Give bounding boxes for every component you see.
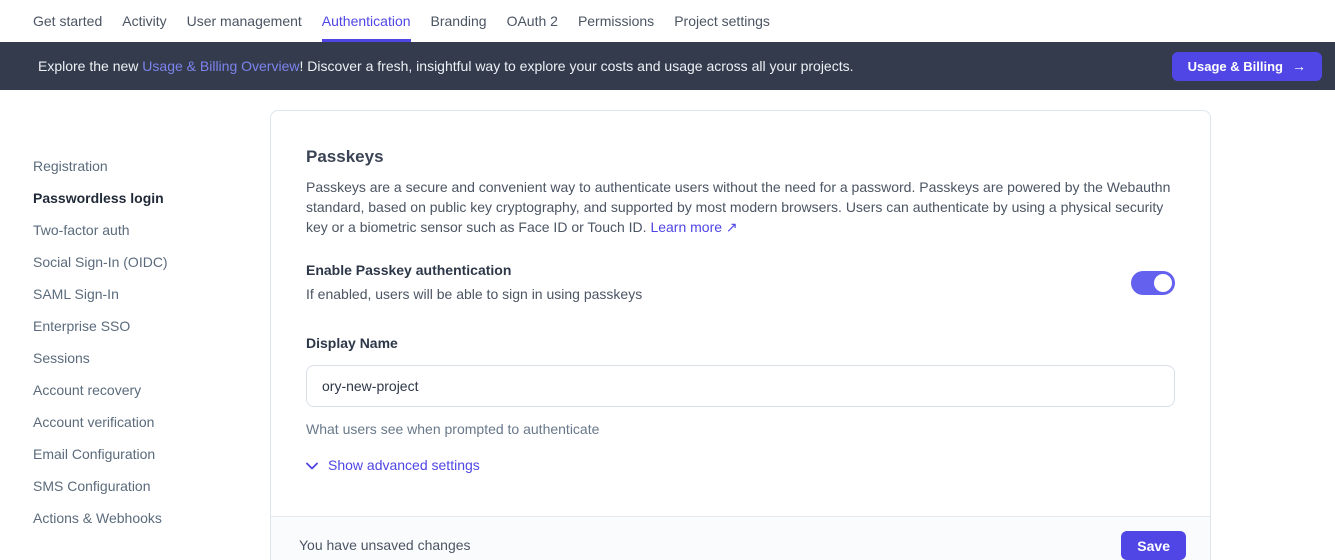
banner-message: Explore the new Usage & Billing Overview… <box>38 58 854 74</box>
tab-user-management[interactable]: User management <box>187 0 302 42</box>
sidebar-item-email-configuration[interactable]: Email Configuration <box>33 438 248 470</box>
card-footer: You have unsaved changes Save <box>271 516 1210 560</box>
tab-oauth2[interactable]: OAuth 2 <box>507 0 558 42</box>
display-name-input[interactable] <box>306 365 1175 407</box>
enable-passkey-row: Enable Passkey authentication If enabled… <box>306 262 1175 303</box>
page-root: Get started Activity User management Aut… <box>0 0 1335 560</box>
top-nav: Get started Activity User management Aut… <box>0 0 1335 42</box>
external-link-icon: ↗ <box>726 219 738 235</box>
display-name-label: Display Name <box>306 335 1175 352</box>
toggle-knob <box>1154 274 1172 292</box>
sidebar-item-account-recovery[interactable]: Account recovery <box>33 374 248 406</box>
show-advanced-settings[interactable]: Show advanced settings <box>306 457 480 474</box>
learn-more-link[interactable]: Learn more ↗ <box>650 219 737 235</box>
show-advanced-settings-label: Show advanced settings <box>328 457 480 474</box>
sidebar-item-registration[interactable]: Registration <box>33 150 248 182</box>
tab-project-settings[interactable]: Project settings <box>674 0 770 42</box>
tab-authentication[interactable]: Authentication <box>322 0 411 42</box>
usage-billing-banner: Explore the new Usage & Billing Overview… <box>0 42 1335 90</box>
display-name-helper: What users see when prompted to authenti… <box>306 421 1175 438</box>
tab-permissions[interactable]: Permissions <box>578 0 654 42</box>
sidebar-item-account-verification[interactable]: Account verification <box>33 406 248 438</box>
chevron-down-icon <box>306 462 318 470</box>
banner-text-prefix: Explore the new <box>38 58 142 74</box>
enable-passkey-label: Enable Passkey authentication <box>306 262 642 279</box>
usage-billing-button-label: Usage & Billing <box>1188 59 1283 74</box>
tab-activity[interactable]: Activity <box>122 0 166 42</box>
sidebar-item-sms-configuration[interactable]: SMS Configuration <box>33 470 248 502</box>
sidebar-item-enterprise-sso[interactable]: Enterprise SSO <box>33 310 248 342</box>
settings-sidebar: Registration Passwordless login Two-fact… <box>33 150 248 534</box>
enable-passkey-text: Enable Passkey authentication If enabled… <box>306 262 642 303</box>
tab-branding[interactable]: Branding <box>431 0 487 42</box>
enable-passkey-toggle[interactable] <box>1131 271 1175 295</box>
usage-billing-overview-link[interactable]: Usage & Billing Overview <box>142 58 299 74</box>
save-button[interactable]: Save <box>1121 531 1186 560</box>
passkeys-card-body: Passkeys Passkeys are a secure and conve… <box>271 111 1210 475</box>
passkeys-settings-card: Passkeys Passkeys are a secure and conve… <box>270 110 1211 560</box>
passkeys-description: Passkeys are a secure and convenient way… <box>306 177 1175 237</box>
sidebar-item-social-sign-in-oidc[interactable]: Social Sign-In (OIDC) <box>33 246 248 278</box>
usage-billing-button[interactable]: Usage & Billing → <box>1172 52 1322 81</box>
unsaved-changes-text: You have unsaved changes <box>299 531 471 560</box>
arrow-right-icon: → <box>1292 58 1306 74</box>
passkeys-description-text: Passkeys are a secure and convenient way… <box>306 179 1170 235</box>
learn-more-label: Learn more <box>650 219 722 235</box>
sidebar-item-saml-sign-in[interactable]: SAML Sign-In <box>33 278 248 310</box>
page-title: Passkeys <box>306 147 1175 167</box>
sidebar-item-actions-webhooks[interactable]: Actions & Webhooks <box>33 502 248 534</box>
banner-text-suffix: ! Discover a fresh, insightful way to ex… <box>299 58 853 74</box>
sidebar-item-two-factor-auth[interactable]: Two-factor auth <box>33 214 248 246</box>
tab-get-started[interactable]: Get started <box>33 0 102 42</box>
sidebar-item-sessions[interactable]: Sessions <box>33 342 248 374</box>
sidebar-item-passwordless-login[interactable]: Passwordless login <box>33 182 248 214</box>
enable-passkey-description: If enabled, users will be able to sign i… <box>306 286 642 303</box>
